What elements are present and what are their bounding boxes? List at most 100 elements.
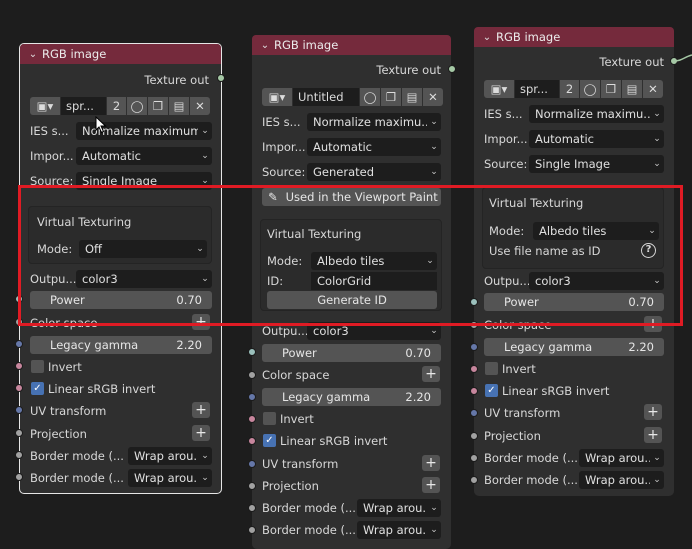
chevron-down-icon: ⌄ — [201, 473, 209, 483]
border-mode-u-select[interactable]: Wrap arou... ⌄ — [128, 447, 212, 465]
open-folder-icon[interactable]: ▤ — [402, 88, 422, 106]
invert-checkbox[interactable] — [31, 360, 44, 373]
image-name-field[interactable]: spr... — [515, 80, 559, 98]
source-select[interactable]: Generated ⌄ — [307, 163, 441, 181]
power-socket[interactable] — [248, 348, 256, 356]
texture-out-label: Texture out — [599, 55, 664, 69]
gamma-socket[interactable] — [15, 340, 23, 348]
projection-socket[interactable] — [248, 482, 256, 490]
projection-add-button[interactable]: + — [422, 477, 440, 493]
image-browse-button[interactable]: ▣▾ — [30, 97, 60, 115]
unlink-close-icon[interactable]: ✕ — [643, 80, 663, 98]
border-v-socket[interactable] — [248, 526, 256, 534]
ies-select[interactable]: Normalize maximu... ⌄ — [307, 113, 441, 131]
gamma-socket[interactable] — [470, 343, 478, 351]
power-slider[interactable]: Power 0.70 — [262, 344, 441, 362]
duplicate-image-icon[interactable]: ❐ — [601, 80, 621, 98]
open-folder-icon[interactable]: ▤ — [622, 80, 642, 98]
uv-transform-add-button[interactable]: + — [644, 404, 662, 420]
uv-transform-label: UV transform — [262, 457, 339, 471]
image-browse-button[interactable]: ▣▾ — [484, 80, 514, 98]
image-icon: ▣▾ — [490, 82, 508, 96]
unlink-close-icon[interactable]: ✕ — [423, 88, 443, 106]
border-mode-u-label: Border mode (... — [262, 501, 356, 515]
invert-checkbox[interactable] — [485, 362, 498, 375]
node-link-wire — [674, 54, 692, 62]
invert-label: Invert — [280, 412, 314, 426]
projection-socket[interactable] — [15, 429, 23, 437]
invert-checkbox[interactable] — [263, 412, 276, 425]
duplicate-image-icon[interactable]: ❐ — [381, 88, 401, 106]
image-name-field[interactable]: spr... — [61, 97, 106, 115]
image-browse-button[interactable]: ▣▾ — [262, 88, 292, 106]
linear-srgb-checkbox[interactable]: ✓ — [263, 434, 276, 447]
collapse-chevron-icon[interactable]: ⌄ — [478, 32, 496, 43]
colorspace-add-button[interactable]: + — [422, 366, 440, 382]
source-select[interactable]: Single Image ⌄ — [529, 155, 664, 173]
node-title: RGB image — [274, 38, 339, 52]
importance-select[interactable]: Automatic ⌄ — [76, 147, 212, 165]
linear-srgb-checkbox[interactable]: ✓ — [485, 384, 498, 397]
ies-label: IES s... — [262, 115, 301, 129]
uv-socket[interactable] — [248, 460, 256, 468]
collapse-chevron-icon[interactable]: ⌄ — [256, 40, 274, 51]
gamma-socket[interactable] — [248, 393, 256, 401]
texture-out-label: Texture out — [376, 63, 441, 77]
border-mode-v-select[interactable]: Wrap arou... ⌄ — [128, 469, 212, 487]
border-v-socket[interactable] — [15, 473, 23, 481]
ies-select[interactable]: Normalize maximu... ⌄ — [529, 105, 664, 123]
chevron-down-icon: ⌄ — [201, 151, 209, 161]
fake-user-shield-icon[interactable]: ◯ — [580, 80, 600, 98]
image-name-field[interactable]: Untitled — [293, 88, 359, 106]
texture-out-socket[interactable] — [217, 74, 225, 82]
border-mode-u-select[interactable]: Wrap arou... ⌄ — [357, 499, 441, 517]
uv-socket[interactable] — [15, 406, 23, 414]
invert-socket[interactable] — [248, 415, 256, 423]
border-mode-v-select[interactable]: Wrap arou... ⌄ — [357, 521, 441, 539]
legacy-gamma-slider[interactable]: Legacy gamma 2.20 — [262, 388, 441, 406]
border-u-socket[interactable] — [15, 451, 23, 459]
border-u-socket[interactable] — [470, 454, 478, 462]
highlight-rectangle — [18, 185, 683, 326]
node-header[interactable]: ⌄ RGB image — [474, 27, 674, 47]
importance-label: Impor... — [484, 132, 528, 146]
projection-add-button[interactable]: + — [192, 425, 210, 441]
border-v-socket[interactable] — [470, 476, 478, 484]
user-count[interactable]: 2 — [107, 97, 126, 115]
importance-select[interactable]: Automatic ⌄ — [529, 130, 664, 148]
projection-add-button[interactable]: + — [644, 427, 662, 443]
uv-transform-add-button[interactable]: + — [422, 455, 440, 471]
node-header[interactable]: ⌄ RGB image — [252, 35, 451, 55]
legacy-gamma-slider[interactable]: Legacy gamma 2.20 — [30, 336, 212, 354]
fake-user-shield-icon[interactable]: ◯ — [360, 88, 380, 106]
source-label: Source: — [484, 157, 528, 171]
collapse-chevron-icon[interactable]: ⌄ — [24, 49, 42, 60]
border-mode-v-select[interactable]: Wrap arou... ⌄ — [579, 471, 664, 489]
linear-socket[interactable] — [248, 437, 256, 445]
user-count[interactable]: 2 — [560, 80, 579, 98]
fake-user-shield-icon[interactable]: ◯ — [127, 97, 147, 115]
linear-socket[interactable] — [470, 387, 478, 395]
open-folder-icon[interactable]: ▤ — [169, 97, 189, 115]
invert-socket[interactable] — [470, 365, 478, 373]
colorspace-socket[interactable] — [248, 371, 256, 379]
border-u-socket[interactable] — [248, 504, 256, 512]
uv-transform-label: UV transform — [30, 404, 107, 418]
image-toolbar: ▣▾ spr... 2 ◯ ❐ ▤ ✕ — [484, 80, 664, 98]
importance-select[interactable]: Automatic ⌄ — [307, 138, 441, 156]
texture-out-socket[interactable] — [448, 65, 456, 73]
node-title: RGB image — [496, 30, 561, 44]
linear-socket[interactable] — [15, 384, 23, 392]
unlink-close-icon[interactable]: ✕ — [190, 97, 210, 115]
legacy-gamma-slider[interactable]: Legacy gamma 2.20 — [484, 338, 664, 356]
node-header[interactable]: ⌄ RGB image — [20, 44, 221, 64]
border-mode-u-select[interactable]: Wrap arou... ⌄ — [579, 449, 664, 467]
chevron-down-icon: ⌄ — [653, 134, 661, 144]
border-mode-v-label: Border mode (... — [262, 523, 356, 537]
invert-socket[interactable] — [15, 362, 23, 370]
linear-srgb-checkbox[interactable]: ✓ — [31, 382, 44, 395]
uv-transform-add-button[interactable]: + — [192, 402, 210, 418]
duplicate-image-icon[interactable]: ❐ — [148, 97, 168, 115]
uv-socket[interactable] — [470, 409, 478, 417]
projection-socket[interactable] — [470, 432, 478, 440]
